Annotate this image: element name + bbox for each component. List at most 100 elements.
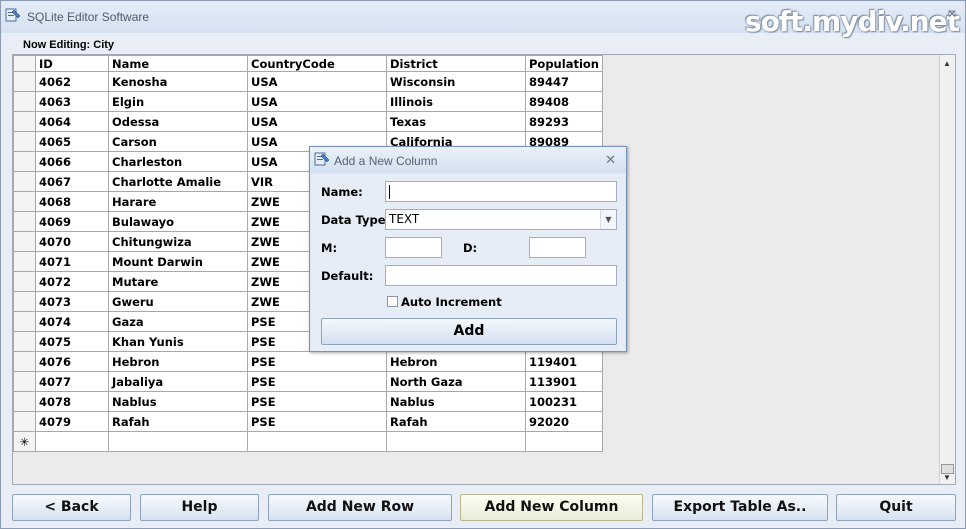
auto-increment-label[interactable]: Auto Increment [401, 295, 502, 309]
cell-name[interactable]: Jabaliya [108, 371, 248, 392]
cell-countrycode[interactable]: PSE [247, 371, 387, 392]
data-type-select[interactable]: TEXT ▼ [385, 209, 617, 230]
row-header[interactable] [13, 151, 36, 172]
cell-district[interactable]: Illinois [386, 91, 526, 112]
cell-name[interactable]: Harare [108, 191, 248, 212]
column-header-id[interactable]: ID [35, 55, 109, 72]
dialog-close-icon[interactable]: ✕ [605, 152, 616, 168]
default-input[interactable] [385, 265, 617, 286]
row-header[interactable] [13, 271, 36, 292]
cell-name[interactable]: Carson [108, 131, 248, 152]
cell-name[interactable]: Rafah [108, 411, 248, 432]
m-input[interactable] [385, 237, 442, 258]
cell-id[interactable]: 4069 [35, 211, 109, 232]
cell-name[interactable]: Hebron [108, 351, 248, 372]
export-table-button[interactable]: Export Table As.. [652, 494, 828, 521]
row-header[interactable] [13, 211, 36, 232]
cell-population[interactable]: 89447 [525, 71, 603, 92]
cell-name[interactable]: Bulawayo [108, 211, 248, 232]
cell-id[interactable]: 4079 [35, 411, 109, 432]
row-header[interactable] [13, 311, 36, 332]
cell-countrycode[interactable]: USA [247, 91, 387, 112]
row-header[interactable] [13, 291, 36, 312]
cell-id[interactable]: 4073 [35, 291, 109, 312]
cell-name[interactable]: Charlotte Amalie [108, 171, 248, 192]
back-button[interactable]: < Back [12, 494, 131, 521]
cell-name[interactable]: Gaza [108, 311, 248, 332]
chevron-down-icon[interactable]: ▼ [600, 210, 616, 229]
cell-name[interactable]: Chitungwiza [108, 231, 248, 252]
cell-id[interactable]: 4077 [35, 371, 109, 392]
row-header[interactable] [13, 391, 36, 412]
new-cell-district[interactable] [386, 431, 526, 452]
table-row[interactable]: 4062 Kenosha USA Wisconsin 89447 [13, 71, 603, 92]
auto-increment-checkbox[interactable] [387, 296, 398, 307]
cell-name[interactable]: Kenosha [108, 71, 248, 92]
cell-name[interactable]: Khan Yunis [108, 331, 248, 352]
row-header[interactable] [13, 131, 36, 152]
cell-id[interactable]: 4071 [35, 251, 109, 272]
table-row[interactable]: 4077 Jabaliya PSE North Gaza 113901 [13, 371, 603, 392]
new-row[interactable]: ✳ [13, 431, 603, 452]
cell-id[interactable]: 4070 [35, 231, 109, 252]
close-icon[interactable]: ✕ [947, 7, 957, 21]
row-header[interactable] [13, 111, 36, 132]
cell-population[interactable]: 113901 [525, 371, 603, 392]
cell-name[interactable]: Nablus [108, 391, 248, 412]
cell-id[interactable]: 4066 [35, 151, 109, 172]
cell-population[interactable]: 100231 [525, 391, 603, 412]
table-row[interactable]: 4078 Nablus PSE Nablus 100231 [13, 391, 603, 412]
cell-countrycode[interactable]: PSE [247, 391, 387, 412]
row-header[interactable] [13, 231, 36, 252]
cell-id[interactable]: 4065 [35, 131, 109, 152]
cell-id[interactable]: 4062 [35, 71, 109, 92]
vertical-scrollbar[interactable]: ▲ ▼ [939, 55, 955, 484]
cell-id[interactable]: 4064 [35, 111, 109, 132]
new-cell-countrycode[interactable] [247, 431, 387, 452]
cell-name[interactable]: Gweru [108, 291, 248, 312]
table-row[interactable]: 4064 Odessa USA Texas 89293 [13, 111, 603, 132]
row-header[interactable] [13, 191, 36, 212]
column-header-population[interactable]: Population [525, 55, 603, 72]
table-row[interactable]: 4079 Rafah PSE Rafah 92020 [13, 411, 603, 432]
cell-population[interactable]: 92020 [525, 411, 603, 432]
row-header[interactable] [13, 371, 36, 392]
cell-countrycode[interactable]: PSE [247, 351, 387, 372]
quit-button[interactable]: Quit [836, 494, 956, 521]
table-row[interactable]: 4076 Hebron PSE Hebron 119401 [13, 351, 603, 372]
cell-name[interactable]: Mount Darwin [108, 251, 248, 272]
cell-countrycode[interactable]: PSE [247, 411, 387, 432]
cell-countrycode[interactable]: USA [247, 111, 387, 132]
cell-id[interactable]: 4076 [35, 351, 109, 372]
cell-district[interactable]: Nablus [386, 391, 526, 412]
cell-name[interactable]: Charleston [108, 151, 248, 172]
cell-population[interactable]: 119401 [525, 351, 603, 372]
cell-district[interactable]: Texas [386, 111, 526, 132]
new-cell-id[interactable] [35, 431, 109, 452]
row-header[interactable] [13, 411, 36, 432]
cell-district[interactable]: Hebron [386, 351, 526, 372]
cell-name[interactable]: Odessa [108, 111, 248, 132]
row-header[interactable] [13, 91, 36, 112]
cell-district[interactable]: Wisconsin [386, 71, 526, 92]
cell-population[interactable]: 89408 [525, 91, 603, 112]
cell-id[interactable]: 4063 [35, 91, 109, 112]
row-header[interactable] [13, 351, 36, 372]
column-header-countrycode[interactable]: CountryCode [247, 55, 387, 72]
scroll-down-arrow-icon[interactable]: ▼ [943, 473, 951, 482]
new-cell-name[interactable] [108, 431, 248, 452]
cell-id[interactable]: 4072 [35, 271, 109, 292]
row-header[interactable] [13, 71, 36, 92]
cell-district[interactable]: North Gaza [386, 371, 526, 392]
cell-id[interactable]: 4067 [35, 171, 109, 192]
cell-id[interactable]: 4068 [35, 191, 109, 212]
scroll-up-arrow-icon[interactable]: ▲ [943, 59, 951, 68]
cell-id[interactable]: 4078 [35, 391, 109, 412]
row-header[interactable] [13, 331, 36, 352]
cell-name[interactable]: Mutare [108, 271, 248, 292]
new-cell-population[interactable] [525, 431, 603, 452]
d-input[interactable] [529, 237, 586, 258]
add-new-row-button[interactable]: Add New Row [268, 494, 452, 521]
row-header[interactable] [13, 251, 36, 272]
cell-district[interactable]: Rafah [386, 411, 526, 432]
